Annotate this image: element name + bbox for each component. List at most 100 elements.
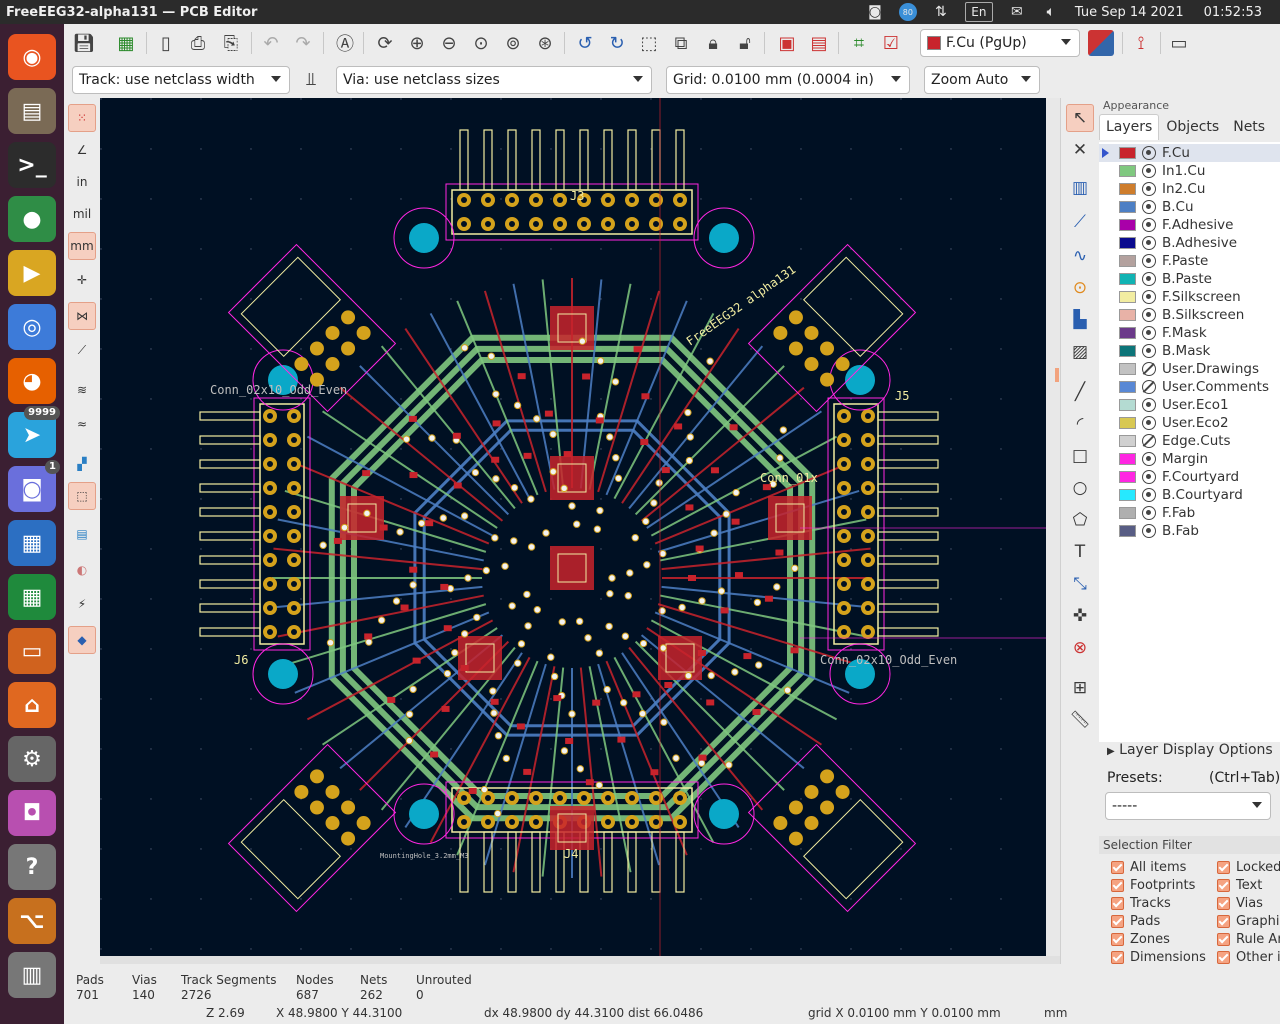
layer-color-swatch[interactable] bbox=[1119, 309, 1136, 321]
eye-icon[interactable] bbox=[1142, 344, 1156, 358]
layer-color-swatch[interactable] bbox=[1119, 489, 1136, 501]
selection-filter-item[interactable]: Vias bbox=[1217, 896, 1263, 911]
schematic-icon[interactable]: ⌗ bbox=[846, 30, 872, 56]
layer-row[interactable]: In1.Cu bbox=[1099, 162, 1280, 180]
draw-circle-icon[interactable]: ○ bbox=[1066, 474, 1094, 502]
zone-outline-icon[interactable]: ≈ bbox=[68, 410, 96, 438]
grid-toggle-icon[interactable]: ⁙ bbox=[68, 104, 96, 132]
eye-icon[interactable] bbox=[1142, 272, 1156, 286]
add-zone-icon[interactable]: ▙ bbox=[1066, 306, 1094, 334]
files-icon[interactable]: ▤ bbox=[8, 88, 56, 134]
layer-row[interactable]: B.Fab bbox=[1099, 522, 1280, 540]
layer-row[interactable]: B.Courtyard bbox=[1099, 486, 1280, 504]
discord-icon[interactable]: ◙ 1 bbox=[8, 460, 60, 512]
page-settings-icon[interactable]: ▯ bbox=[153, 30, 179, 56]
eye-icon[interactable] bbox=[1142, 488, 1156, 502]
discord-tray-icon[interactable]: ◙ bbox=[865, 3, 885, 21]
cursor-shape-icon[interactable]: ✛ bbox=[68, 266, 96, 294]
layer-color-swatch[interactable] bbox=[1119, 363, 1136, 375]
add-footprint-icon[interactable]: ▥ bbox=[1066, 174, 1094, 202]
delete-tool-icon[interactable]: ⊗ bbox=[1066, 634, 1094, 662]
bitmap2component-icon[interactable]: ▥ bbox=[8, 952, 56, 998]
curved-ratsnest-icon[interactable]: ⟋ bbox=[68, 336, 96, 364]
telegram-icon[interactable]: ➤ 9999 bbox=[8, 406, 60, 458]
checkbox[interactable] bbox=[1111, 915, 1124, 928]
layer-row[interactable]: F.Silkscreen bbox=[1099, 288, 1280, 306]
polar-coords-icon[interactable]: ∠ bbox=[68, 136, 96, 164]
eye-off-icon[interactable] bbox=[1142, 434, 1156, 448]
eye-icon[interactable] bbox=[1142, 164, 1156, 178]
rule-area-icon[interactable]: ▨ bbox=[1066, 338, 1094, 366]
select-tool-icon[interactable]: ↖ bbox=[1066, 104, 1094, 132]
layer-color-swatch[interactable] bbox=[1119, 165, 1136, 177]
plot-icon[interactable]: ⎘ bbox=[218, 30, 244, 56]
zoom-selection-icon[interactable]: ⊛ bbox=[532, 30, 558, 56]
layer-row[interactable]: User.Eco1 bbox=[1099, 396, 1280, 414]
ubuntu-logo-icon[interactable]: ◉ bbox=[8, 34, 56, 80]
eye-icon[interactable] bbox=[1142, 308, 1156, 322]
eye-off-icon[interactable] bbox=[1142, 380, 1156, 394]
firefox-icon[interactable]: ◕ bbox=[8, 358, 56, 404]
units-mm-icon[interactable]: mm bbox=[68, 232, 96, 260]
network-transfer-icon[interactable]: ⇅ bbox=[931, 3, 951, 21]
layer-color-swatch[interactable] bbox=[1119, 219, 1136, 231]
eye-off-icon[interactable] bbox=[1142, 362, 1156, 376]
active-layer-select[interactable]: F.Cu (PgUp) bbox=[920, 29, 1080, 57]
eye-icon[interactable] bbox=[1142, 470, 1156, 484]
eye-icon[interactable] bbox=[1142, 182, 1156, 196]
checkbox[interactable] bbox=[1111, 951, 1124, 964]
tune-length-icon[interactable]: ∿ bbox=[1066, 242, 1094, 270]
shotwell-icon[interactable]: ◘ bbox=[8, 790, 56, 836]
software-icon[interactable]: ⌂ bbox=[8, 682, 56, 728]
layer-row[interactable]: F.Courtyard bbox=[1099, 468, 1280, 486]
unlock-icon[interactable]: 🔓︎ bbox=[732, 30, 758, 56]
selection-filter-item[interactable]: Text bbox=[1217, 878, 1262, 893]
route-track-icon[interactable]: ⟋ bbox=[1066, 208, 1094, 236]
eye-icon[interactable] bbox=[1142, 200, 1156, 214]
set-origin-icon[interactable]: ⊞ bbox=[1066, 674, 1094, 702]
layer-color-swatch[interactable] bbox=[1119, 435, 1136, 447]
layer-color-swatch[interactable] bbox=[1119, 507, 1136, 519]
auto-track-width-icon[interactable]: ⫫ bbox=[298, 66, 324, 92]
ratsnest-icon[interactable]: ⋈ bbox=[68, 302, 96, 330]
eye-icon[interactable] bbox=[1142, 236, 1156, 250]
layer-row[interactable]: User.Comments bbox=[1099, 378, 1280, 396]
scripting-console-icon[interactable]: ▭ bbox=[1166, 30, 1192, 56]
layer-color-swatch[interactable] bbox=[1119, 453, 1136, 465]
checkbox[interactable] bbox=[1217, 915, 1230, 928]
layer-row[interactable]: B.Paste bbox=[1099, 270, 1280, 288]
eye-icon[interactable] bbox=[1142, 146, 1156, 160]
selection-filter-item[interactable]: Pads bbox=[1111, 914, 1160, 929]
layer-row[interactable]: B.Cu bbox=[1099, 198, 1280, 216]
via-display-icon[interactable]: ⬚ bbox=[68, 482, 96, 510]
flip-icon[interactable]: ⬚ bbox=[636, 30, 662, 56]
redo-icon[interactable]: ↷ bbox=[290, 30, 316, 56]
eye-icon[interactable] bbox=[1142, 326, 1156, 340]
layer-row[interactable]: User.Drawings bbox=[1099, 360, 1280, 378]
zoom-fit-icon[interactable]: ⊙ bbox=[468, 30, 494, 56]
chrome-icon[interactable]: ● bbox=[8, 196, 56, 242]
layer-row[interactable]: B.Silkscreen bbox=[1099, 306, 1280, 324]
layer-color-swatch[interactable] bbox=[1119, 183, 1136, 195]
zoom-objects-icon[interactable]: ⊚ bbox=[500, 30, 526, 56]
layer-row[interactable]: F.Mask bbox=[1099, 324, 1280, 342]
eye-icon[interactable] bbox=[1142, 452, 1156, 466]
checkbox[interactable] bbox=[1111, 861, 1124, 874]
layer-row[interactable]: Margin bbox=[1099, 450, 1280, 468]
layer-color-swatch[interactable] bbox=[1119, 417, 1136, 429]
grid-select[interactable]: Grid: 0.0100 mm (0.0004 in) bbox=[666, 66, 910, 94]
layer-alignment-icon[interactable]: ✜ bbox=[1066, 602, 1094, 630]
pcb-drawing[interactable]: Conn_02x10_Odd_Even Conn_02x10_Odd_Even … bbox=[100, 98, 1046, 956]
eye-icon[interactable] bbox=[1142, 416, 1156, 430]
clock-date[interactable]: Tue Sep 14 2021 bbox=[1075, 5, 1184, 20]
find-icon[interactable]: Ⓐ bbox=[332, 30, 358, 56]
layer-row[interactable]: F.Paste bbox=[1099, 252, 1280, 270]
draw-polygon-icon[interactable]: ⬠ bbox=[1066, 506, 1094, 534]
rotate-ccw-icon[interactable]: ↺ bbox=[572, 30, 598, 56]
eye-icon[interactable] bbox=[1142, 254, 1156, 268]
checkbox[interactable] bbox=[1111, 897, 1124, 910]
calc-icon[interactable]: ▦ bbox=[8, 574, 56, 620]
layer-color-swatch[interactable] bbox=[1119, 381, 1136, 393]
pad-display-icon[interactable]: ▞ bbox=[68, 450, 96, 478]
netlist-icon[interactable]: ▣ bbox=[774, 30, 800, 56]
